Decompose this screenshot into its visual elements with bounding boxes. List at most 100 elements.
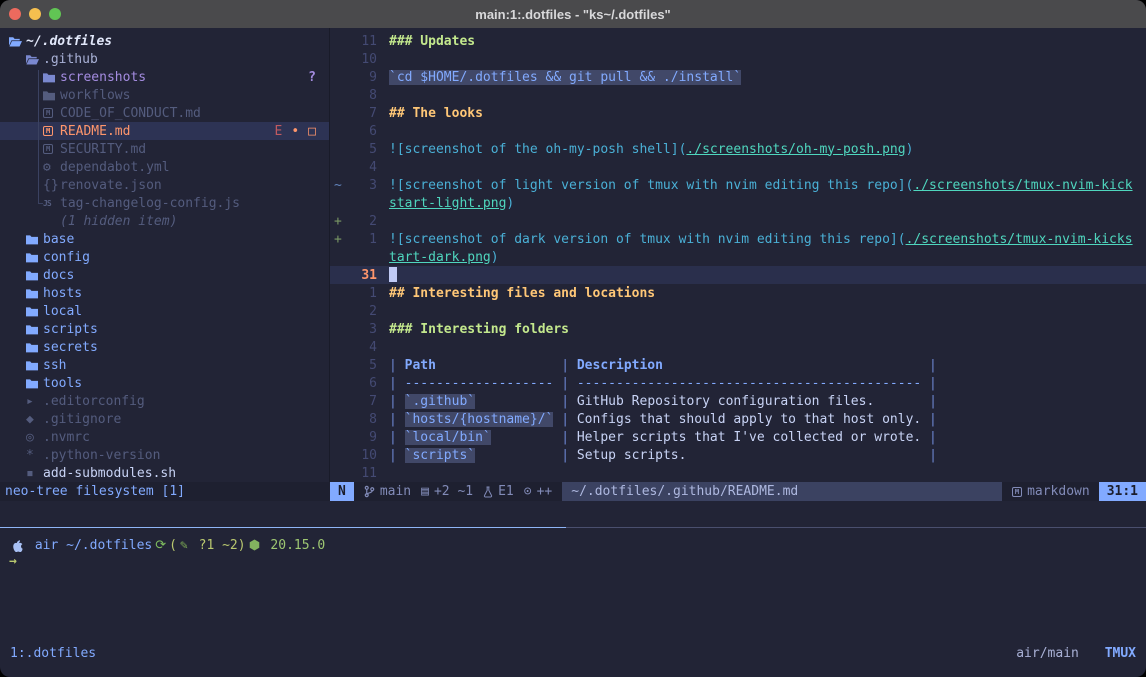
tree-item-screenshots[interactable]: screenshots? <box>0 68 329 86</box>
editor-line[interactable]: 7| `.github` | GitHub Repository configu… <box>330 392 1146 410</box>
tree-item-secrets[interactable]: secrets <box>0 338 329 356</box>
line-text: ### Interesting folders <box>377 322 569 337</box>
tree-item-editorconfig[interactable]: ▸.editorconfig <box>0 392 329 410</box>
tree-item-scripts[interactable]: scripts <box>0 320 329 338</box>
git-branch-name: main <box>380 484 411 499</box>
editor-line[interactable]: 4 <box>330 338 1146 356</box>
tree-item-label: .gitignore <box>43 412 121 427</box>
minimize-button[interactable] <box>29 8 41 20</box>
editor-line[interactable]: 8| `hosts/{hostname}/` | Configs that sh… <box>330 410 1146 428</box>
editor-line[interactable]: +2 <box>330 212 1146 230</box>
editor-line[interactable]: 9`cd $HOME/.dotfiles && git pull && ./in… <box>330 68 1146 86</box>
editor-line[interactable]: 5| Path | Description | <box>330 356 1146 374</box>
zoom-button[interactable] <box>49 8 61 20</box>
diagnostics-count: E1 <box>498 484 514 499</box>
flask-icon <box>483 486 493 498</box>
tmux-session-label: air/main <box>1016 646 1079 661</box>
editor-line[interactable]: 11 <box>330 464 1146 482</box>
editor-line[interactable]: start-light.png) <box>330 194 1146 212</box>
folder-icon <box>26 306 43 317</box>
tree-item-workflows[interactable]: workflows <box>0 86 329 104</box>
status-badge: □ <box>308 124 316 139</box>
tree-item-label: hosts <box>43 286 82 301</box>
tree-item-local[interactable]: local <box>0 302 329 320</box>
editor-line[interactable]: +1![screenshot of dark version of tmux w… <box>330 230 1146 248</box>
tree-item-label: .github <box>43 52 98 67</box>
editor-line[interactable]: 1## Interesting files and locations <box>330 284 1146 302</box>
tree-item-ssh[interactable]: ssh <box>0 356 329 374</box>
tree-item-tag-changelog-config-js[interactable]: JStag-changelog-config.js <box>0 194 329 212</box>
close-button[interactable] <box>9 8 21 20</box>
file-icon: {} <box>43 178 60 193</box>
tree-item-tools[interactable]: tools <box>0 374 329 392</box>
tree-item-docs[interactable]: docs <box>0 266 329 284</box>
file-icon: M <box>43 126 60 136</box>
tree-item-label: secrets <box>43 340 98 355</box>
editor-line[interactable]: 8 <box>330 86 1146 104</box>
editor-line[interactable]: 10 <box>330 50 1146 68</box>
editor-line[interactable]: 4 <box>330 158 1146 176</box>
terminal-window: main:1:.dotfiles - "ks~/.dotfiles" ~/.do… <box>0 0 1146 677</box>
file-icon: M <box>43 108 60 118</box>
tree-item-config[interactable]: config <box>0 248 329 266</box>
tmux-window-label[interactable]: 1:.dotfiles <box>10 646 96 661</box>
tree-item-readme-md[interactable]: MREADME.mdE•□ <box>0 122 329 140</box>
git-branch-segment: main <box>364 484 411 499</box>
line-number: 8 <box>347 412 377 427</box>
editor-line[interactable]: 7## The looks <box>330 104 1146 122</box>
tree-item-hosts[interactable]: hosts <box>0 284 329 302</box>
prompt-text: 20.15.0 <box>263 538 326 553</box>
tree-item-python-version[interactable]: *.python-version <box>0 446 329 464</box>
tree-item-security-md[interactable]: MSECURITY.md <box>0 140 329 158</box>
cursor-position: 31:1 <box>1099 482 1146 501</box>
file-icon: M <box>43 144 60 154</box>
editor-line[interactable]: 5![screenshot of the oh-my-posh shell](.… <box>330 140 1146 158</box>
tmux-pane-border-active[interactable] <box>0 527 566 528</box>
editor-line[interactable]: 3### Interesting folders <box>330 320 1146 338</box>
tree-item-renovate-json[interactable]: {}renovate.json <box>0 176 329 194</box>
editor-buffer[interactable]: 11### Updates109`cd $HOME/.dotfiles && g… <box>330 28 1146 482</box>
apple-icon <box>12 539 24 552</box>
line-text: | ------------------- | ----------------… <box>377 376 937 391</box>
folder-icon <box>26 342 43 353</box>
editor-line[interactable]: 9| `local/bin` | Helper scripts that I'v… <box>330 428 1146 446</box>
tree-item-add-submodules-sh[interactable]: ▪add-submodules.sh <box>0 464 329 482</box>
tree-item-label: CODE_OF_CONDUCT.md <box>60 106 201 121</box>
tree-item-gitignore[interactable]: ◆.gitignore <box>0 410 329 428</box>
editor-line[interactable]: ~3![screenshot of light version of tmux … <box>330 176 1146 194</box>
line-number: 6 <box>347 376 377 391</box>
file-icon: ◎ <box>26 430 43 445</box>
line-number: 4 <box>347 340 377 355</box>
tree-item-label: .editorconfig <box>43 394 145 409</box>
line-text: ## Interesting files and locations <box>377 286 655 301</box>
tree-item-code-of-conduct-md[interactable]: MCODE_OF_CONDUCT.md <box>0 104 329 122</box>
line-number: 5 <box>347 358 377 373</box>
tree-item-nvmrc[interactable]: ◎.nvmrc <box>0 428 329 446</box>
editor-line[interactable]: 10| `scripts` | Setup scripts. | <box>330 446 1146 464</box>
editor-line[interactable]: 2 <box>330 302 1146 320</box>
editor-line[interactable]: 6 <box>330 122 1146 140</box>
line-number: 31 <box>347 268 377 283</box>
editor-line[interactable]: 6| ------------------- | ---------------… <box>330 374 1146 392</box>
nvim-workspace: ~/.dotfiles.githubscreenshots?workflowsM… <box>0 28 1146 501</box>
tree-item-base[interactable]: base <box>0 230 329 248</box>
prompt-text: ( <box>169 538 177 553</box>
line-number: 4 <box>347 160 377 175</box>
line-number: 2 <box>347 214 377 229</box>
line-number: 9 <box>347 70 377 85</box>
folder-icon <box>26 288 43 299</box>
tree-item-dependabot-yml[interactable]: ⚙dependabot.yml <box>0 158 329 176</box>
editor-line[interactable]: 11### Updates <box>330 32 1146 50</box>
tree-item-dotfiles[interactable]: ~/.dotfiles <box>0 32 329 50</box>
editor-line-current[interactable]: 31 <box>330 266 1146 284</box>
line-number: 10 <box>347 52 377 67</box>
cursor <box>389 267 397 282</box>
tree-item-github[interactable]: .github <box>0 50 329 68</box>
window-title: main:1:.dotfiles - "ks~/.dotfiles" <box>475 7 670 22</box>
shell-pane[interactable]: air ~/.dotfiles⟳(✎ ?1 ~2) 20.15.0 → <box>0 501 1146 640</box>
line-number: 10 <box>347 448 377 463</box>
line-text: ![screenshot of the oh-my-posh shell](./… <box>377 142 913 157</box>
editor-line[interactable]: tart-dark.png) <box>330 248 1146 266</box>
tree-item-1-hidden-item[interactable]: (1 hidden item) <box>0 212 329 230</box>
tree-item-label: tools <box>43 376 82 391</box>
